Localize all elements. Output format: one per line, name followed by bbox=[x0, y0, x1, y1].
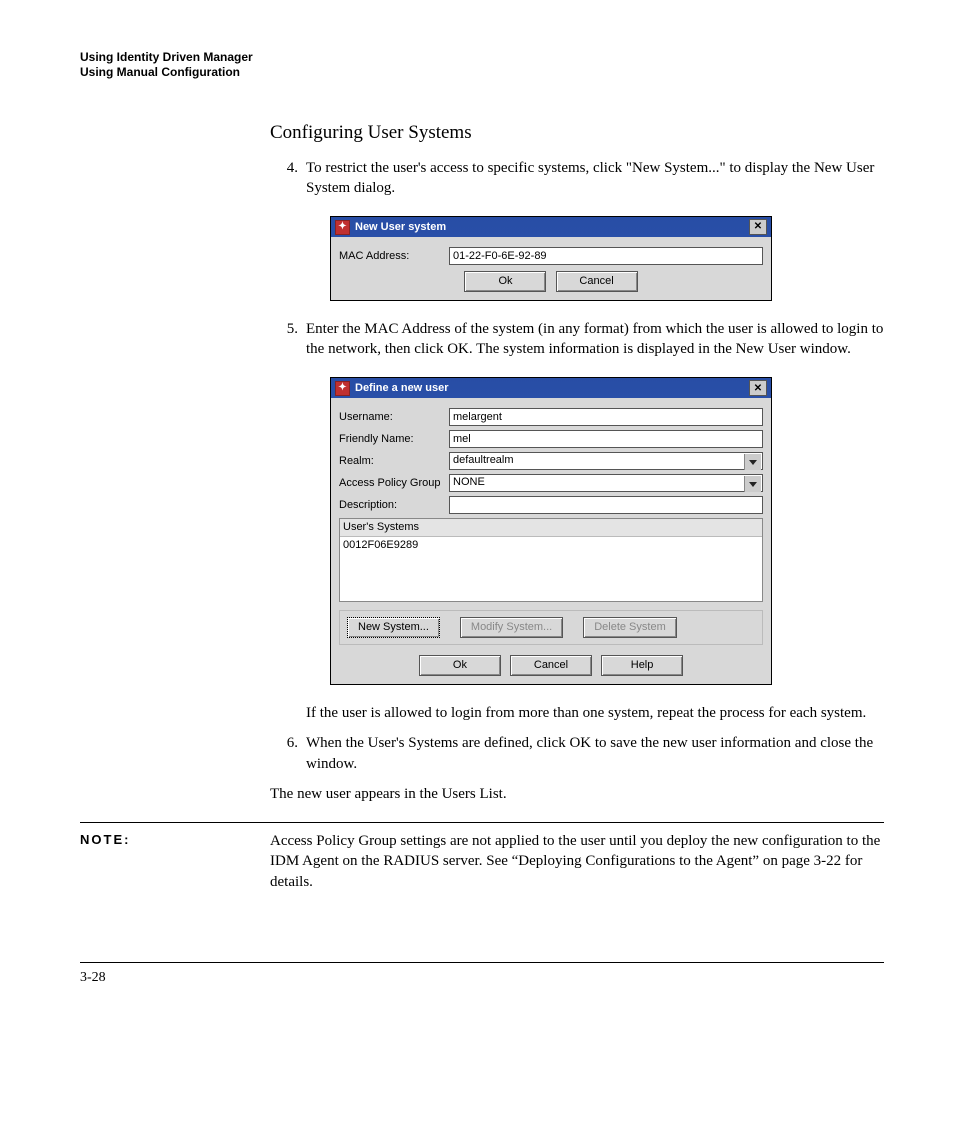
ok-button[interactable]: Ok bbox=[464, 271, 546, 292]
mac-address-input[interactable] bbox=[449, 247, 763, 265]
close-icon[interactable]: ✕ bbox=[749, 219, 767, 235]
description-input[interactable] bbox=[449, 496, 763, 514]
step-4-number: 4. bbox=[270, 158, 306, 199]
new-system-button[interactable]: New System... bbox=[347, 617, 440, 638]
section-title: Configuring User Systems bbox=[270, 120, 884, 146]
table-row bbox=[340, 553, 762, 569]
chevron-down-icon bbox=[744, 454, 761, 470]
username-input[interactable] bbox=[449, 408, 763, 426]
help-button[interactable]: Help bbox=[601, 655, 683, 676]
running-header: Using Identity Driven Manager Using Manu… bbox=[80, 50, 884, 80]
step-4-text: To restrict the user's access to specifi… bbox=[306, 158, 884, 199]
close-icon[interactable]: ✕ bbox=[749, 380, 767, 396]
table-row[interactable]: 0012F06E9289 bbox=[340, 537, 762, 553]
header-line1: Using Identity Driven Manager bbox=[80, 50, 884, 65]
description-label: Description: bbox=[339, 498, 449, 513]
username-label: Username: bbox=[339, 410, 449, 425]
users-systems-panel: User's Systems 0012F06E9289 bbox=[339, 518, 763, 602]
step-5-number: 5. bbox=[270, 319, 306, 360]
cancel-button[interactable]: Cancel bbox=[510, 655, 592, 676]
friendly-name-label: Friendly Name: bbox=[339, 432, 449, 447]
friendly-name-input[interactable] bbox=[449, 430, 763, 448]
define-new-user-dialog: ✦ Define a new user ✕ Username: Friendly… bbox=[330, 377, 772, 685]
modify-system-button[interactable]: Modify System... bbox=[460, 617, 563, 638]
table-row bbox=[340, 569, 762, 585]
step-5-followup: If the user is allowed to login from mor… bbox=[270, 703, 884, 723]
table-row bbox=[340, 585, 762, 601]
app-icon: ✦ bbox=[335, 381, 350, 396]
dialog-title: New User system bbox=[355, 220, 446, 235]
note-text: Access Policy Group settings are not app… bbox=[270, 831, 884, 892]
access-policy-group-select[interactable]: NONE bbox=[449, 474, 763, 492]
dialog-title: Define a new user bbox=[355, 381, 449, 396]
apg-value: NONE bbox=[453, 476, 485, 488]
page-number: 3-28 bbox=[80, 962, 884, 988]
realm-value: defaultrealm bbox=[453, 454, 514, 466]
realm-label: Realm: bbox=[339, 454, 449, 469]
step-6-text: When the User's Systems are defined, cli… bbox=[306, 733, 884, 774]
realm-select[interactable]: defaultrealm bbox=[449, 452, 763, 470]
app-icon: ✦ bbox=[335, 220, 350, 235]
step-5-text: Enter the MAC Address of the system (in … bbox=[306, 319, 884, 360]
access-policy-group-label: Access Policy Group bbox=[339, 476, 449, 491]
ok-button[interactable]: Ok bbox=[419, 655, 501, 676]
delete-system-button[interactable]: Delete System bbox=[583, 617, 677, 638]
mac-address-label: MAC Address: bbox=[339, 249, 449, 264]
step-6-number: 6. bbox=[270, 733, 306, 774]
dialog-titlebar: ✦ Define a new user ✕ bbox=[331, 378, 771, 398]
header-line2: Using Manual Configuration bbox=[80, 65, 884, 80]
users-systems-header: User's Systems bbox=[340, 519, 762, 537]
new-user-system-dialog: ✦ New User system ✕ MAC Address: Ok Canc… bbox=[330, 216, 772, 301]
note-label: NOTE: bbox=[80, 831, 270, 892]
closing-text: The new user appears in the Users List. bbox=[270, 784, 884, 804]
dialog-titlebar: ✦ New User system ✕ bbox=[331, 217, 771, 237]
chevron-down-icon bbox=[744, 476, 761, 492]
cancel-button[interactable]: Cancel bbox=[556, 271, 638, 292]
